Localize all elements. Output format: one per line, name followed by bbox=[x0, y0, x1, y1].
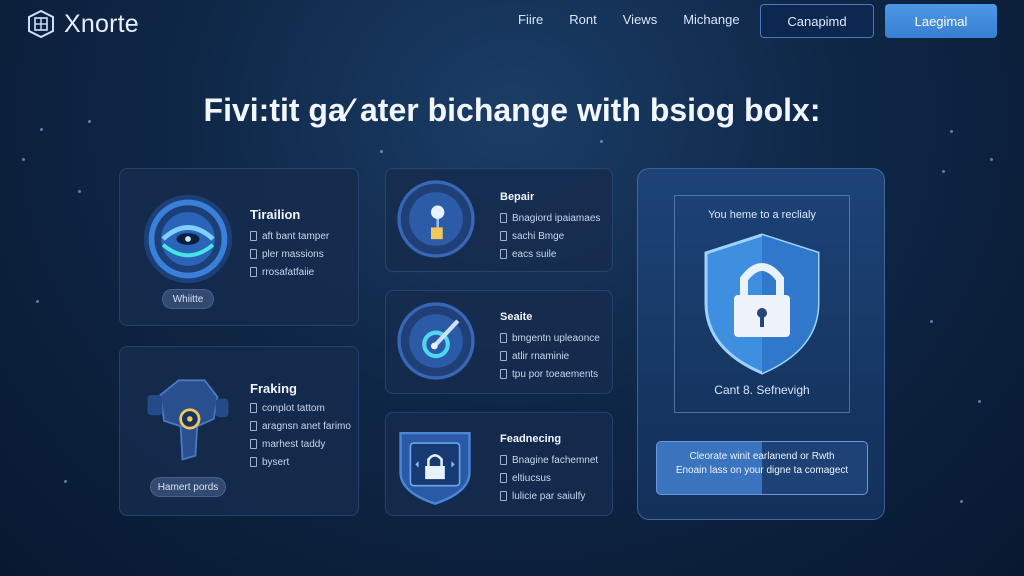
list-item: Bnagine fachemnet bbox=[500, 451, 598, 469]
card-feature-list: Bnagine fachemnet eltiucsus lulicie par … bbox=[500, 451, 598, 505]
list-item: Bnagiord ipaiamaes bbox=[500, 209, 600, 227]
list-item: bysert bbox=[250, 453, 351, 471]
card-tag[interactable]: Whiitte bbox=[162, 289, 214, 309]
nav-item-fiire[interactable]: Fiire bbox=[518, 12, 543, 27]
brand-name: Xnorte bbox=[64, 9, 139, 38]
eye-icon bbox=[143, 194, 233, 284]
message-line: Cleorate winit earlanend or Rwth bbox=[689, 451, 835, 462]
card-title: Fraking bbox=[250, 381, 297, 396]
feature-card-bepair[interactable]: Bepair Bnagiord ipaiamaes sachi Bmge eac… bbox=[385, 168, 613, 272]
page-headline: Fivi:tit ga⁄ ater bichange with bsiog bo… bbox=[203, 92, 821, 128]
feature-card-tirailion[interactable]: Tirailion aft bant tamper pler massions … bbox=[119, 168, 359, 326]
list-item: eacs suile bbox=[500, 245, 600, 263]
brand-logo[interactable]: Xnorte bbox=[26, 9, 139, 39]
laegimal-button[interactable]: Laegimal bbox=[885, 4, 997, 38]
feature-card-fraking[interactable]: Fraking conplot tattom aragnsn anet fari… bbox=[119, 346, 359, 516]
card-title: Feadnecing bbox=[500, 433, 562, 445]
list-item: atlir rnaminie bbox=[500, 347, 600, 365]
chip-icon bbox=[397, 302, 475, 380]
list-item: conplot tattom bbox=[250, 399, 351, 417]
list-item: rrosafatfaiie bbox=[250, 263, 329, 281]
card-title: Bepair bbox=[500, 191, 535, 203]
nav-item-ront[interactable]: Ront bbox=[569, 12, 596, 27]
list-item: eltiucsus bbox=[500, 469, 598, 487]
ship-icon bbox=[147, 379, 229, 461]
feature-card-feadnecing[interactable]: Feadnecing Bnagine fachemnet eltiucsus l… bbox=[385, 412, 613, 516]
top-navbar: Xnorte Fiire Ront Views Michange Canapim… bbox=[0, 0, 1024, 50]
list-item: pler massions bbox=[250, 245, 329, 263]
card-tag[interactable]: Hamert pords bbox=[150, 477, 226, 497]
nav-item-views[interactable]: Views bbox=[623, 12, 657, 27]
list-item: lulicie par saiulfy bbox=[500, 487, 598, 505]
list-item: tpu por toeaements bbox=[500, 365, 600, 383]
security-title: You heme to a reclialy bbox=[708, 209, 816, 221]
card-feature-list: Bnagiord ipaiamaes sachi Bmge eacs suile bbox=[500, 209, 600, 263]
list-item: aragnsn anet farimo bbox=[250, 417, 351, 435]
card-feature-list: bmgentn upleaonce atlir rnaminie tpu por… bbox=[500, 329, 600, 383]
main-nav: Fiire Ront Views Michange bbox=[518, 12, 740, 27]
card-feature-list: aft bant tamper pler massions rrosafatfa… bbox=[250, 227, 329, 281]
card-title: Seaite bbox=[500, 311, 533, 323]
security-subtitle: Cant 8. Sefnevigh bbox=[714, 383, 810, 397]
logo-icon bbox=[28, 9, 54, 39]
card-feature-list: conplot tattom aragnsn anet farimo marhe… bbox=[250, 399, 351, 471]
shield-lock-icon bbox=[399, 431, 471, 506]
message-line: Enoain lass on your digne ta comagect bbox=[675, 465, 849, 476]
security-panel[interactable]: You heme to a reclialy Cant 8. Sefnevigh… bbox=[637, 168, 885, 520]
lock-icon bbox=[704, 233, 820, 375]
list-item: marhest taddy bbox=[250, 435, 351, 453]
card-title: Tirailion bbox=[250, 207, 301, 222]
satellite-icon bbox=[397, 180, 475, 258]
list-item: aft bant tamper bbox=[250, 227, 329, 245]
nav-item-michange[interactable]: Michange bbox=[683, 12, 739, 27]
canapimd-button[interactable]: Canapimd bbox=[760, 4, 874, 38]
list-item: bmgentn upleaonce bbox=[500, 329, 600, 347]
security-message-bar[interactable]: Cleorate winit earlanend or Rwth Enoain … bbox=[656, 441, 868, 495]
feature-card-seaite[interactable]: Seaite bmgentn upleaonce atlir rnaminie … bbox=[385, 290, 613, 394]
list-item: sachi Bmge bbox=[500, 227, 600, 245]
